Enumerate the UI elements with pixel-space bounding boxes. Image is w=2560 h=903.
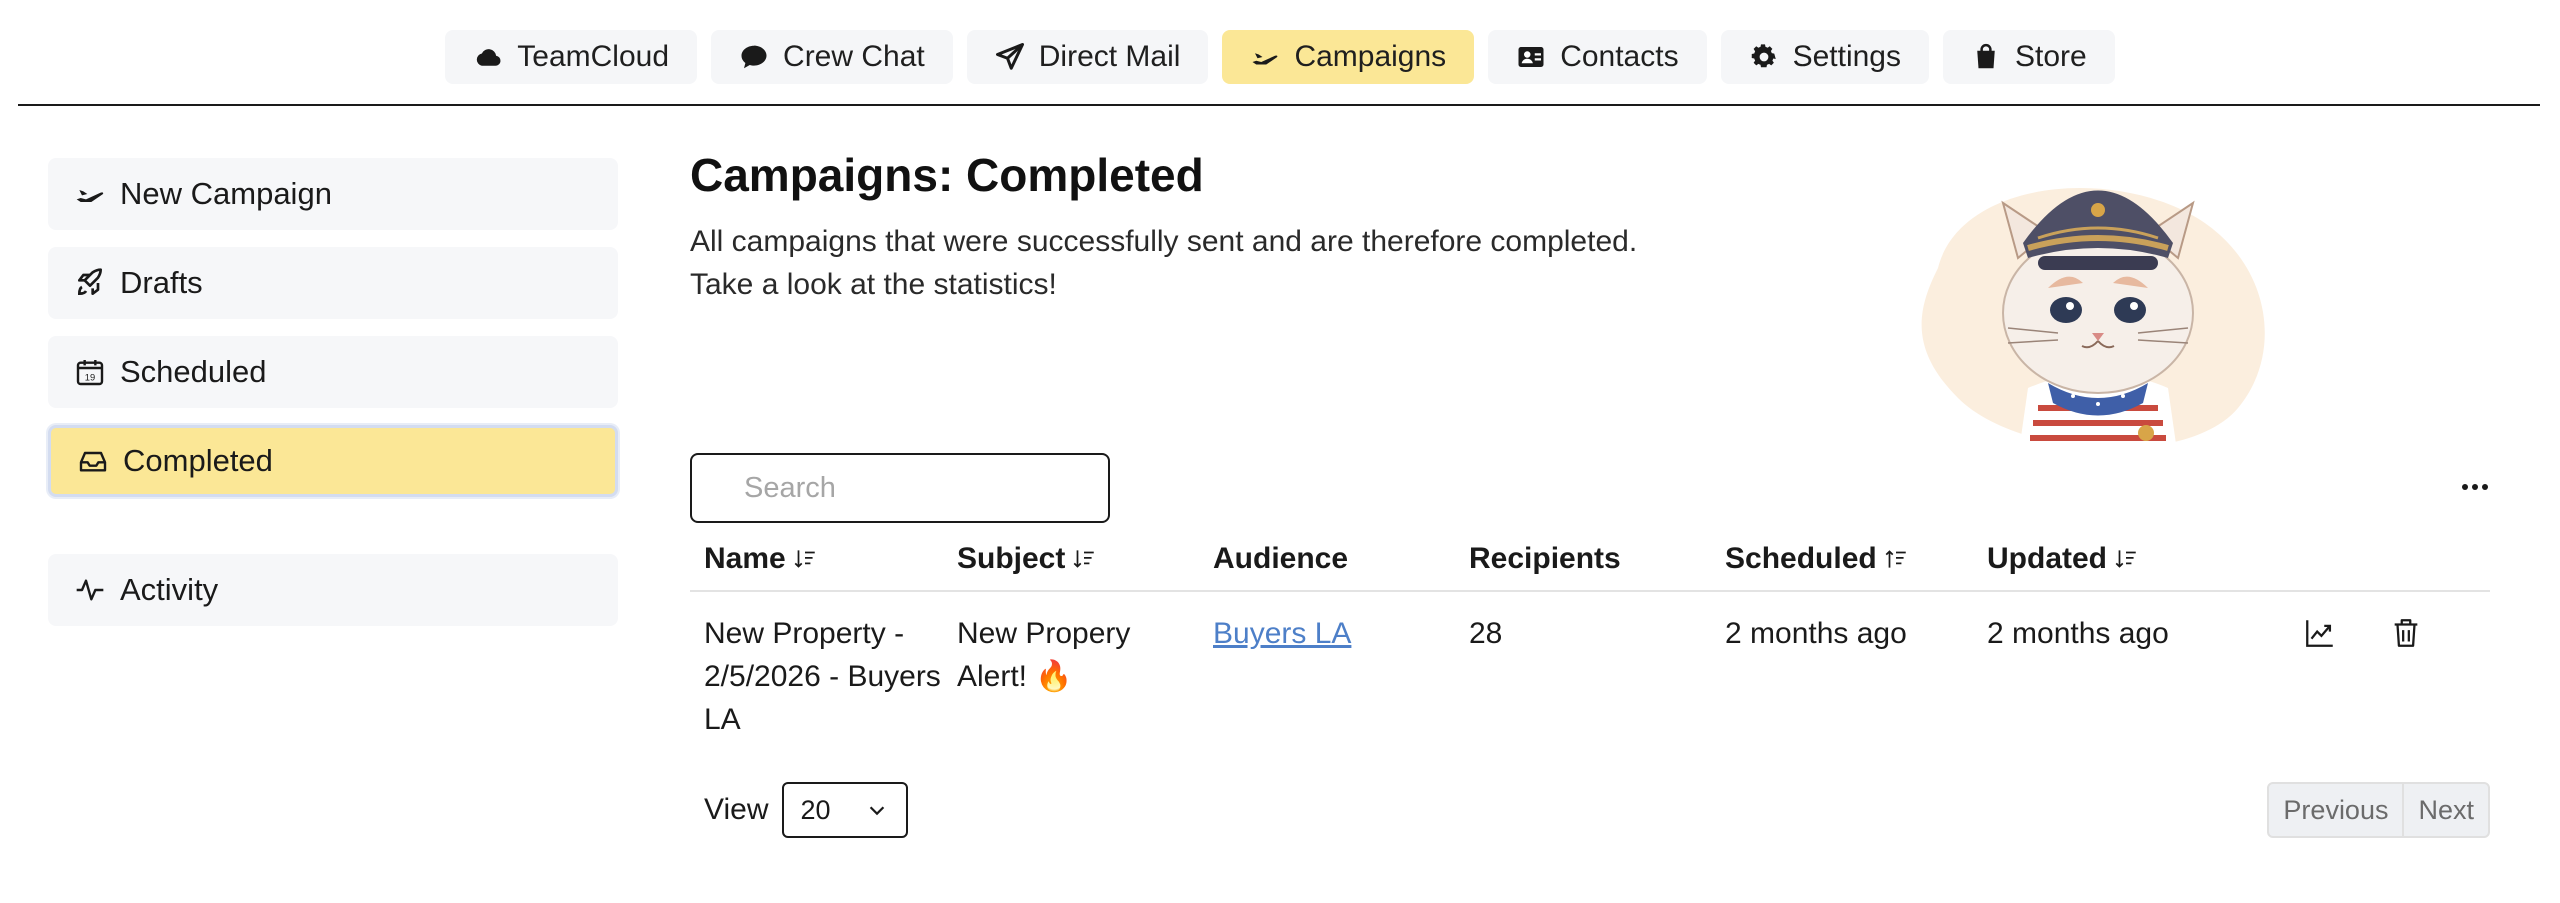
cat-captain-illustration xyxy=(1921,188,2265,458)
sidebar-item-label: Scheduled xyxy=(120,354,267,389)
sidebar: New Campaign Drafts 19 Scheduled Complet… xyxy=(48,158,618,643)
column-label: Scheduled xyxy=(1725,542,1877,575)
tab-store[interactable]: Store xyxy=(1942,30,2115,84)
column-label: Updated xyxy=(1987,542,2107,575)
header-divider xyxy=(18,104,2540,106)
previous-page-button[interactable]: Previous xyxy=(2269,784,2402,836)
shopping-bag-icon xyxy=(1977,43,1995,69)
gear-icon xyxy=(1751,44,1776,68)
sort-descending-icon xyxy=(2115,550,2136,568)
sidebar-item-label: Drafts xyxy=(120,265,203,300)
sidebar-item-label: Completed xyxy=(123,443,273,478)
tab-direct-mail[interactable]: Direct Mail xyxy=(966,30,1209,84)
column-header-name[interactable]: Name xyxy=(690,542,943,576)
inbox-icon xyxy=(79,451,107,472)
airplane-icon xyxy=(76,190,104,202)
search-input[interactable] xyxy=(690,453,1110,523)
contact-card-icon xyxy=(1518,47,1544,67)
campaigns-table: Name Subject Audience Recipients Schedul… xyxy=(690,528,2490,742)
column-label: Subject xyxy=(957,542,1066,575)
cell-name: New Property - 2/5/2026 - Buyers LA xyxy=(704,617,941,736)
tab-teamcloud[interactable]: TeamCloud xyxy=(445,30,698,84)
pagination: Previous Next xyxy=(2267,782,2490,838)
tab-label: Campaigns xyxy=(1294,40,1447,73)
column-label: Name xyxy=(704,542,786,575)
tab-label: TeamCloud xyxy=(517,40,670,73)
svg-text:19: 19 xyxy=(85,373,95,383)
cell-updated: 2 months ago xyxy=(1987,617,2169,650)
statistics-chart-icon[interactable] xyxy=(2303,616,2337,650)
table-header: Name Subject Audience Recipients Schedul… xyxy=(690,528,2490,592)
top-navigation: TeamCloud Crew Chat Direct Mail Campaign… xyxy=(0,30,2560,84)
column-header-recipients: Recipients xyxy=(1455,542,1711,576)
sidebar-item-drafts[interactable]: Drafts xyxy=(48,247,618,319)
column-label: Recipients xyxy=(1469,542,1621,575)
column-header-scheduled[interactable]: Scheduled xyxy=(1711,542,1973,576)
tab-label: Contacts xyxy=(1560,40,1679,73)
chevron-down-icon xyxy=(870,806,885,816)
next-page-button[interactable]: Next xyxy=(2402,784,2488,836)
cell-scheduled: 2 months ago xyxy=(1725,617,1907,650)
cloud-icon xyxy=(477,49,501,66)
cell-audience: Buyers LA xyxy=(1199,612,1455,742)
tab-label: Crew Chat xyxy=(783,40,925,73)
sidebar-item-label: New Campaign xyxy=(120,176,332,211)
sort-ascending-icon xyxy=(1885,550,1906,568)
tab-campaigns[interactable]: Campaigns xyxy=(1222,30,1475,84)
tab-label: Store xyxy=(2014,40,2087,73)
trash-icon[interactable] xyxy=(2389,616,2423,650)
activity-pulse-icon xyxy=(76,579,104,601)
sidebar-item-activity[interactable]: Activity xyxy=(48,554,618,626)
airplane-icon xyxy=(1252,53,1278,65)
row-actions xyxy=(2273,612,2483,742)
tab-crew-chat[interactable]: Crew Chat xyxy=(711,30,953,84)
paper-plane-icon xyxy=(995,43,1024,70)
tab-label: Direct Mail xyxy=(1038,40,1181,73)
page-size-value: 20 xyxy=(800,794,831,825)
column-header-subject[interactable]: Subject xyxy=(943,542,1199,576)
audience-link[interactable]: Buyers LA xyxy=(1213,617,1351,650)
rocket-icon xyxy=(77,268,102,296)
cell-subject: New Propery Alert! 🔥 xyxy=(957,617,1131,693)
sidebar-item-scheduled[interactable]: 19 Scheduled xyxy=(48,336,618,408)
column-header-updated[interactable]: Updated xyxy=(1973,542,2273,576)
chat-bubble-icon xyxy=(741,45,767,69)
page-size-select[interactable]: 20 xyxy=(782,782,909,838)
tab-label: Settings xyxy=(1792,40,1901,73)
sidebar-item-completed[interactable]: Completed xyxy=(48,425,618,497)
table-row[interactable]: New Property - 2/5/2026 - Buyers LA New … xyxy=(690,592,2490,742)
table-footer: View 20 Previous Next xyxy=(690,780,2490,840)
sort-descending-icon xyxy=(1073,550,1095,568)
tab-settings[interactable]: Settings xyxy=(1720,30,1929,84)
description-line-1: All campaigns that were successfully sen… xyxy=(690,225,1638,258)
sort-descending-icon xyxy=(794,550,815,568)
calendar-icon: 19 xyxy=(76,360,104,386)
tab-contacts[interactable]: Contacts xyxy=(1488,30,1707,84)
sidebar-item-new-campaign[interactable]: New Campaign xyxy=(48,158,618,230)
column-label: Audience xyxy=(1213,542,1349,575)
view-label: View xyxy=(704,793,769,826)
description-line-2: Take a look at the statistics! xyxy=(690,268,1057,301)
cell-recipients: 28 xyxy=(1469,617,1503,650)
more-options-icon[interactable] xyxy=(2460,480,2490,494)
column-header-audience: Audience xyxy=(1199,542,1455,576)
sidebar-item-label: Activity xyxy=(120,572,219,607)
